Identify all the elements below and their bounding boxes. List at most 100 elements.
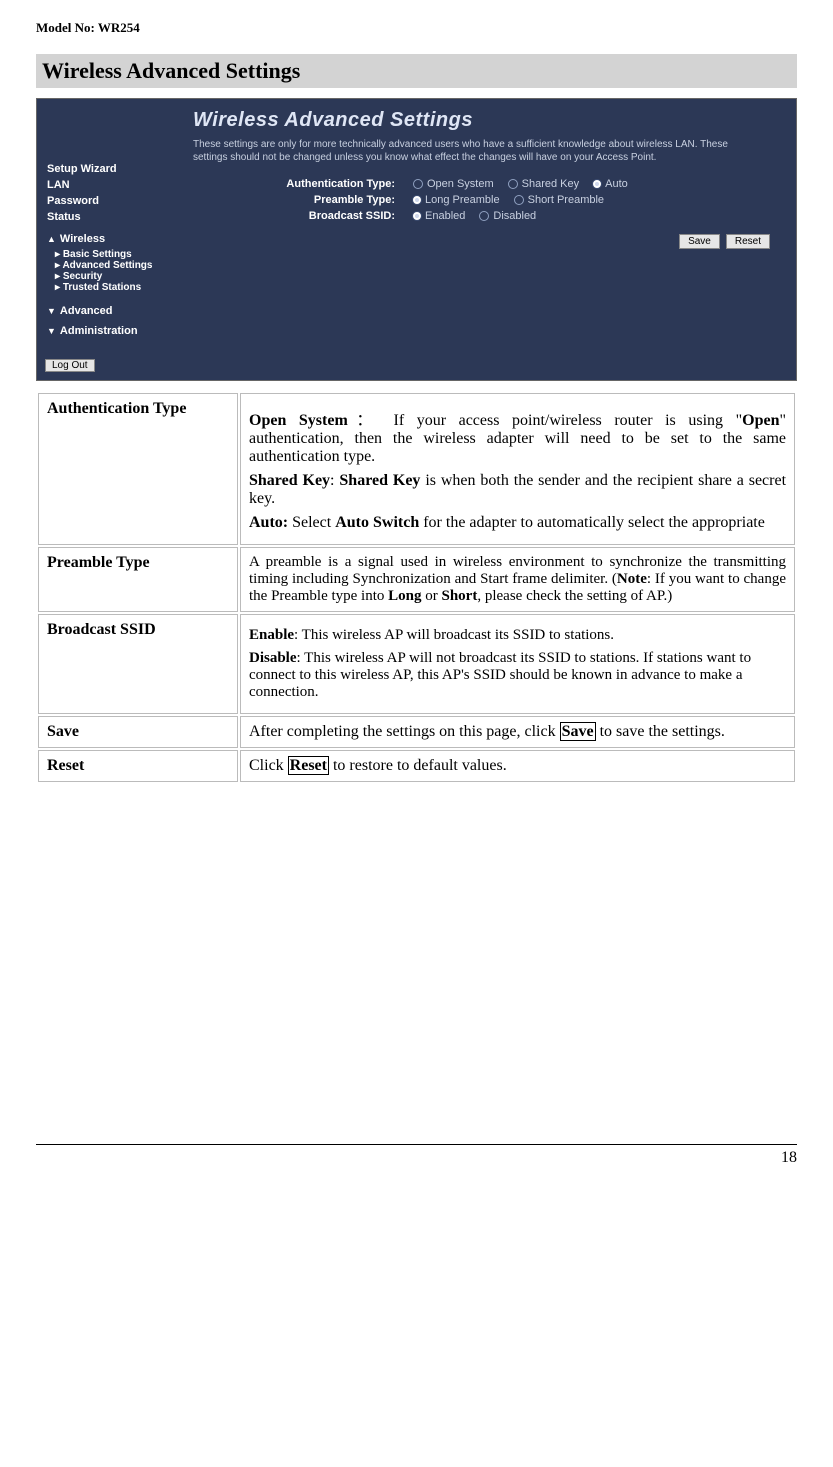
caret-icon: ▸ bbox=[55, 282, 60, 293]
cell-val-reset: Click Reset to restore to default values… bbox=[240, 750, 795, 782]
text-bold: Shared Key bbox=[339, 472, 420, 489]
triangle-down-icon: ▼ bbox=[47, 326, 56, 336]
sidebar-label-admin: Administration bbox=[60, 325, 138, 337]
text: , please check the setting of AP.) bbox=[477, 588, 672, 604]
sidebar-item-trusted-stations[interactable]: ▸ Trusted Stations bbox=[55, 282, 167, 293]
radio-disabled[interactable]: Disabled bbox=[479, 210, 536, 222]
radio-shared-key[interactable]: Shared Key bbox=[508, 178, 579, 190]
cell-val-auth: Open System： If your access point/wirele… bbox=[240, 393, 795, 545]
text-bold: Enable bbox=[249, 627, 294, 643]
page-number: 18 bbox=[36, 1144, 797, 1167]
cell-key-reset: Reset bbox=[38, 750, 238, 782]
reset-button[interactable]: Reset bbox=[726, 234, 770, 249]
radio-icon bbox=[508, 179, 518, 189]
table-row: Broadcast SSID Enable: This wireless AP … bbox=[38, 614, 795, 714]
text: for the adapter to automatically select … bbox=[419, 514, 765, 531]
radio-icon-selected bbox=[413, 196, 421, 204]
table-row: Preamble Type A preamble is a signal use… bbox=[38, 547, 795, 612]
cell-val-save: After completing the settings on this pa… bbox=[240, 716, 795, 748]
section-title: Wireless Advanced Settings bbox=[36, 54, 797, 88]
sidebar-label: Basic Settings bbox=[63, 249, 132, 260]
panel-description: These settings are only for more technic… bbox=[193, 138, 753, 164]
panel-title: Wireless Advanced Settings bbox=[193, 109, 780, 132]
radio-long-preamble[interactable]: Long Preamble bbox=[413, 194, 500, 206]
cell-val-ssid: Enable: This wireless AP will broadcast … bbox=[240, 614, 795, 714]
page-header: Model No: WR254 bbox=[36, 20, 797, 36]
text: to save the settings. bbox=[596, 723, 725, 740]
triangle-down-icon: ▼ bbox=[47, 306, 56, 316]
sidebar: Setup Wizard LAN Password Status ▲ Wirele… bbox=[37, 99, 177, 351]
sidebar-group-administration[interactable]: ▼ Administration bbox=[47, 325, 167, 337]
text: ： If your access point/wireless router i… bbox=[348, 412, 742, 429]
row-auth-type: Authentication Type: Open System Shared … bbox=[193, 178, 780, 190]
row-broadcast-ssid: Broadcast SSID: Enabled Disabled bbox=[193, 210, 780, 222]
radio-icon-selected bbox=[413, 212, 421, 220]
radio-open-system[interactable]: Open System bbox=[413, 178, 494, 190]
cell-key-ssid: Broadcast SSID bbox=[38, 614, 238, 714]
main-pane: Wireless Advanced Settings These setting… bbox=[177, 99, 796, 351]
text-bold: Shared Key bbox=[249, 472, 330, 489]
sidebar-group-advanced[interactable]: ▼ Advanced bbox=[47, 305, 167, 317]
radio-label: Long Preamble bbox=[425, 194, 500, 206]
text-bold: Long bbox=[388, 588, 421, 604]
text-bold: Auto Switch bbox=[335, 514, 419, 531]
text: : This wireless AP will broadcast its SS… bbox=[294, 627, 614, 643]
label-auth-type: Authentication Type: bbox=[193, 178, 413, 190]
caret-icon: ▸ bbox=[55, 260, 60, 271]
sidebar-label-wireless: Wireless bbox=[60, 233, 105, 245]
sidebar-label: Trusted Stations bbox=[63, 282, 141, 293]
sidebar-item-advanced-settings[interactable]: ▸ Advanced Settings bbox=[55, 260, 167, 271]
sidebar-label: Security bbox=[63, 271, 102, 282]
text: Select bbox=[288, 514, 335, 531]
radio-short-preamble[interactable]: Short Preamble bbox=[514, 194, 604, 206]
sidebar-item-status[interactable]: Status bbox=[47, 211, 167, 223]
radio-label: Shared Key bbox=[522, 178, 579, 190]
radio-icon bbox=[413, 179, 423, 189]
radio-label: Enabled bbox=[425, 210, 465, 222]
caret-icon: ▸ bbox=[55, 249, 60, 260]
triangle-up-icon: ▲ bbox=[47, 234, 56, 244]
params-table: Authentication Type Open System： If your… bbox=[36, 391, 797, 784]
radio-label: Short Preamble bbox=[528, 194, 604, 206]
cell-key-save: Save bbox=[38, 716, 238, 748]
radio-label: Disabled bbox=[493, 210, 536, 222]
radio-auto[interactable]: Auto bbox=[593, 178, 628, 190]
radio-icon bbox=[479, 211, 489, 221]
sidebar-group-wireless[interactable]: ▲ Wireless bbox=[47, 233, 167, 245]
sidebar-item-password[interactable]: Password bbox=[47, 195, 167, 207]
text-bold: Note bbox=[617, 571, 647, 587]
sidebar-item-security[interactable]: ▸ Security bbox=[55, 271, 167, 282]
sidebar-label-advanced: Advanced bbox=[60, 305, 113, 317]
radio-icon-selected bbox=[593, 180, 601, 188]
label-broadcast-ssid: Broadcast SSID: bbox=[193, 210, 413, 222]
sidebar-label: Advanced Settings bbox=[62, 260, 152, 271]
sidebar-item-setup-wizard[interactable]: Setup Wizard bbox=[47, 163, 167, 175]
caret-icon: ▸ bbox=[55, 271, 60, 282]
text-bold: Auto: bbox=[249, 514, 288, 531]
radio-label: Open System bbox=[427, 178, 494, 190]
cell-val-preamble: A preamble is a signal used in wireless … bbox=[240, 547, 795, 612]
radio-icon bbox=[514, 195, 524, 205]
text: to restore to default values. bbox=[329, 757, 507, 774]
text-bold: Open System bbox=[249, 412, 348, 429]
text: Click bbox=[249, 757, 288, 774]
text: or bbox=[422, 588, 442, 604]
radio-label: Auto bbox=[605, 178, 628, 190]
sidebar-item-lan[interactable]: LAN bbox=[47, 179, 167, 191]
table-row: Authentication Type Open System： If your… bbox=[38, 393, 795, 545]
radio-enabled[interactable]: Enabled bbox=[413, 210, 465, 222]
row-preamble-type: Preamble Type: Long Preamble Short Pream… bbox=[193, 194, 780, 206]
boxed-text: Reset bbox=[288, 756, 329, 775]
table-row: Save After completing the settings on th… bbox=[38, 716, 795, 748]
sidebar-item-basic-settings[interactable]: ▸ Basic Settings bbox=[55, 249, 167, 260]
logout-button[interactable]: Log Out bbox=[45, 359, 95, 372]
admin-ui-screenshot: Setup Wizard LAN Password Status ▲ Wirele… bbox=[36, 98, 797, 381]
text: After completing the settings on this pa… bbox=[249, 723, 560, 740]
text: : This wireless AP will not broadcast it… bbox=[249, 650, 751, 700]
save-button[interactable]: Save bbox=[679, 234, 720, 249]
table-row: Reset Click Reset to restore to default … bbox=[38, 750, 795, 782]
boxed-text: Save bbox=[560, 722, 596, 741]
text-bold: Disable bbox=[249, 650, 297, 666]
cell-key-preamble: Preamble Type bbox=[38, 547, 238, 612]
text: : bbox=[330, 472, 339, 489]
